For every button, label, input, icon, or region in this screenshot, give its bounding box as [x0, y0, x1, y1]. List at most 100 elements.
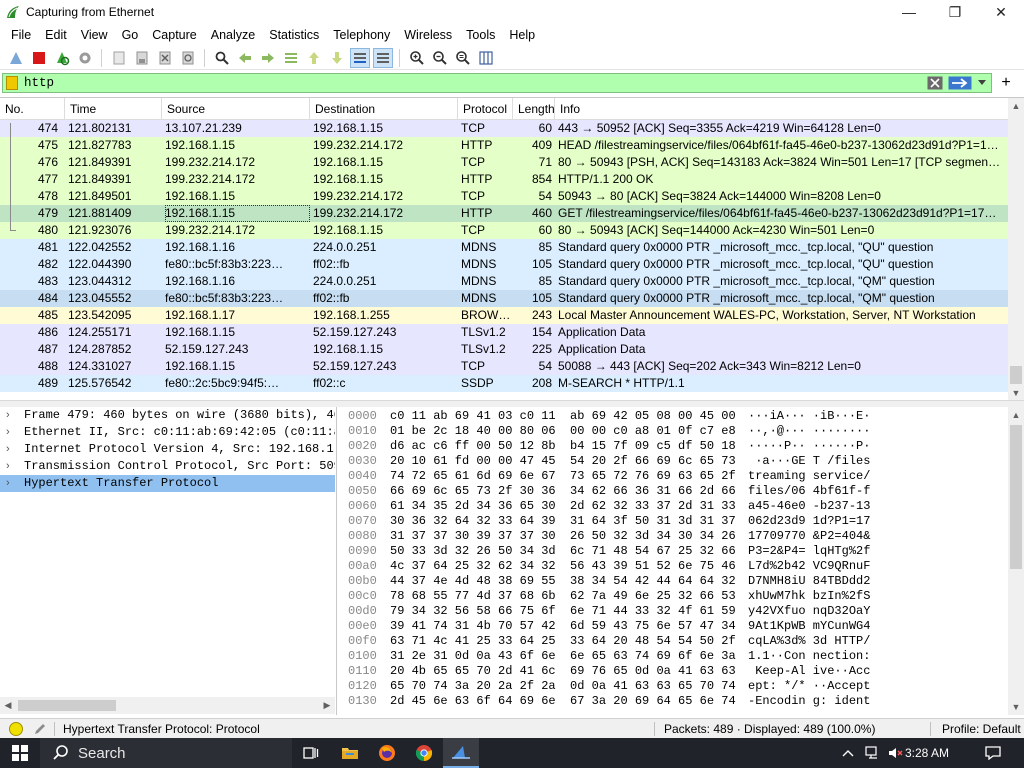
tree-item-http[interactable]: › Hypertext Transfer Protocol [0, 475, 335, 492]
clear-filter-button[interactable] [926, 75, 944, 91]
packet-row[interactable]: 474 121.802131 13.107.21.239 192.168.1.15 TC… [0, 120, 1008, 137]
menu-wireless[interactable]: Wireless [397, 24, 459, 46]
scroll-right-arrow-icon[interactable]: ▶ [319, 697, 335, 714]
tray-overflow-button[interactable] [833, 738, 863, 768]
byte-row[interactable]: 0110 20 4b 65 65 70 2d 41 6c 69 76 65 0d … [341, 664, 1009, 679]
byte-row[interactable]: 0040 74 72 65 61 6d 69 6e 67 73 65 72 76 … [341, 469, 1009, 484]
go-forward-button[interactable] [258, 48, 278, 68]
action-center-button[interactable] [978, 738, 1008, 768]
go-to-packet-button[interactable] [281, 48, 301, 68]
column-header-destination[interactable]: Destination [310, 98, 458, 120]
status-profile[interactable]: Profile: Default [942, 719, 1021, 739]
restart-capture-button[interactable] [52, 48, 72, 68]
byte-row[interactable]: 0090 50 33 3d 32 26 50 34 3d 6c 71 48 54 … [341, 544, 1009, 559]
chevron-right-icon[interactable]: › [6, 407, 16, 424]
byte-row[interactable]: 0130 2d 45 6e 63 6f 64 69 6e 67 3a 20 69 … [341, 694, 1009, 709]
zoom-reset-button[interactable] [453, 48, 473, 68]
filter-bookmark-icon[interactable] [6, 76, 18, 90]
scroll-down-arrow-icon[interactable]: ▼ [1008, 385, 1024, 400]
column-header-length[interactable]: Length [513, 98, 555, 120]
byte-row[interactable]: 00a0 4c 37 64 25 32 62 34 32 56 43 39 51 … [341, 559, 1009, 574]
byte-row[interactable]: 0000 c0 11 ab 69 41 03 c0 11 ab 69 42 05 … [341, 409, 1009, 424]
wireshark-taskbar-button[interactable] [443, 738, 479, 768]
packet-row[interactable]: 489 125.576542 fe80::2c:5bc9:94f5:… ff02::c… [0, 375, 1008, 392]
apply-filter-button[interactable] [947, 75, 973, 91]
add-filter-button[interactable]: + [996, 73, 1016, 93]
byte-row[interactable]: 00d0 79 34 32 56 58 66 75 6f 6e 71 44 33 … [341, 604, 1009, 619]
packet-row[interactable]: 487 124.287852 52.159.127.243 192.168.1.15 T… [0, 341, 1008, 358]
chrome-button[interactable] [406, 738, 442, 768]
chevron-right-icon[interactable]: › [6, 441, 16, 458]
scroll-down-arrow-icon[interactable]: ▼ [1008, 699, 1024, 715]
find-packet-button[interactable] [212, 48, 232, 68]
byte-row[interactable]: 0070 30 36 32 64 32 33 64 39 31 64 3f 50 … [341, 514, 1009, 529]
first-packet-button[interactable] [304, 48, 324, 68]
menu-statistics[interactable]: Statistics [262, 24, 326, 46]
menu-edit[interactable]: Edit [38, 24, 74, 46]
menu-capture[interactable]: Capture [145, 24, 203, 46]
packet-row[interactable]: 481 122.042552 192.168.1.16 224.0.0.251 MDNS… [0, 239, 1008, 256]
close-file-button[interactable] [155, 48, 175, 68]
byte-row[interactable]: 0080 31 37 37 30 39 37 37 30 26 50 32 3d … [341, 529, 1009, 544]
bytes-scrollbar[interactable]: ▲ ▼ [1008, 407, 1024, 715]
byte-row[interactable]: 00f0 63 71 4c 41 25 33 64 25 33 64 20 48 … [341, 634, 1009, 649]
column-header-protocol[interactable]: Protocol [458, 98, 513, 120]
column-header-no[interactable]: No. [0, 98, 65, 120]
packet-row[interactable]: 484 123.045552 fe80::bc5f:83b3:223… ff02::f… [0, 290, 1008, 307]
last-packet-button[interactable] [327, 48, 347, 68]
maximize-button[interactable]: ❐ [932, 0, 978, 24]
stop-capture-button[interactable] [29, 48, 49, 68]
minimize-button[interactable]: — [886, 0, 932, 24]
menu-view[interactable]: View [74, 24, 115, 46]
menu-analyze[interactable]: Analyze [204, 24, 262, 46]
byte-row[interactable]: 0100 31 2e 31 0d 0a 43 6f 6e 6e 65 63 74 … [341, 649, 1009, 664]
scrollbar-thumb[interactable] [1010, 366, 1022, 384]
reload-file-button[interactable] [178, 48, 198, 68]
scroll-up-arrow-icon[interactable]: ▲ [1008, 98, 1024, 114]
column-header-source[interactable]: Source [162, 98, 310, 120]
tree-item-ipv4[interactable]: › Internet Protocol Version 4, Src: 192.… [0, 441, 335, 458]
menu-go[interactable]: Go [115, 24, 146, 46]
taskbar-search-box[interactable]: Search [40, 738, 292, 768]
resize-columns-button[interactable] [476, 48, 496, 68]
scroll-left-arrow-icon[interactable]: ◀ [0, 697, 16, 714]
column-header-info[interactable]: Info [555, 98, 1008, 120]
chevron-right-icon[interactable]: › [6, 424, 16, 441]
menu-telephony[interactable]: Telephony [326, 24, 397, 46]
byte-row[interactable]: 0120 65 70 74 3a 20 2a 2f 2a 0d 0a 41 63 … [341, 679, 1009, 694]
packet-row[interactable]: 482 122.044390 fe80::bc5f:83b3:223… ff02::f… [0, 256, 1008, 273]
byte-row[interactable]: 0060 61 34 35 2d 34 36 65 30 2d 62 32 33 … [341, 499, 1009, 514]
filter-history-dropdown[interactable] [976, 75, 988, 91]
task-view-button[interactable] [293, 738, 329, 768]
auto-scroll-button[interactable] [349, 47, 370, 68]
pane-splitter[interactable] [0, 400, 1024, 407]
capture-comment-icon[interactable] [32, 721, 48, 737]
zoom-out-button[interactable] [430, 48, 450, 68]
go-back-button[interactable] [235, 48, 255, 68]
byte-row[interactable]: 0050 66 69 6c 65 73 2f 30 36 34 62 66 36 … [341, 484, 1009, 499]
taskbar-clock[interactable]: 3:28 AM [905, 738, 949, 768]
tree-item-ethernet[interactable]: › Ethernet II, Src: c0:11:ab:69:42:05 (c… [0, 424, 335, 441]
save-file-button[interactable] [132, 48, 152, 68]
byte-row[interactable]: 0010 01 be 2c 18 40 00 80 06 00 00 c0 a8 … [341, 424, 1009, 439]
network-tray-button[interactable] [861, 738, 885, 768]
close-button[interactable]: ✕ [978, 0, 1024, 24]
colorize-button[interactable] [372, 47, 393, 68]
byte-row[interactable]: 00c0 78 68 55 77 4d 37 68 6b 62 7a 49 6e … [341, 589, 1009, 604]
packet-row[interactable]: 475 121.827783 192.168.1.15 199.232.214.172… [0, 137, 1008, 154]
firefox-button[interactable] [369, 738, 405, 768]
scroll-up-arrow-icon[interactable]: ▲ [1008, 407, 1024, 423]
volume-tray-button[interactable] [885, 738, 907, 768]
packet-row[interactable]: 486 124.255171 192.168.1.15 52.159.127.243 T… [0, 324, 1008, 341]
byte-row[interactable]: 00e0 39 41 74 31 4b 70 57 42 6d 59 43 75 … [341, 619, 1009, 634]
packet-row[interactable]: 485 123.542095 192.168.1.17 192.168.1.255 BR… [0, 307, 1008, 324]
expert-info-icon[interactable] [9, 722, 23, 736]
packet-row[interactable]: 483 123.044312 192.168.1.16 224.0.0.251 MDNS… [0, 273, 1008, 290]
zoom-in-button[interactable] [407, 48, 427, 68]
open-file-button[interactable] [109, 48, 129, 68]
packet-row[interactable]: 480 121.923076 199.232.214.172 192.168.1.15… [0, 222, 1008, 239]
menu-tools[interactable]: Tools [459, 24, 502, 46]
scrollbar-thumb[interactable] [1010, 425, 1022, 569]
packet-row[interactable]: 477 121.849391 199.232.214.172 192.168.1.15… [0, 171, 1008, 188]
packet-row[interactable]: 488 124.331027 192.168.1.15 52.159.127.243 T… [0, 358, 1008, 375]
